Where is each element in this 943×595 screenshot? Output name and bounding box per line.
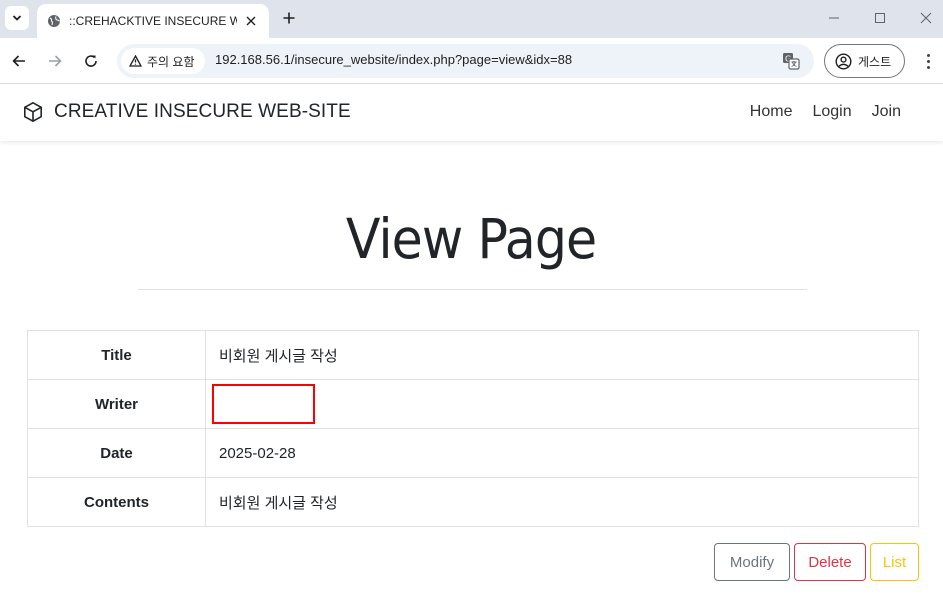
nav-links: Home Login Join xyxy=(750,103,901,121)
post-detail-table: Title 비회원 게시글 작성 Writer Date 2025-02-28 … xyxy=(27,330,919,527)
maximize-icon[interactable] xyxy=(865,6,895,30)
new-tab-plus-icon[interactable] xyxy=(278,7,300,29)
account-circle-icon xyxy=(835,52,852,70)
contents-label: Contents xyxy=(27,477,206,527)
profile-button[interactable]: 게스트 xyxy=(824,44,905,78)
security-chip-label: 주의 요함 xyxy=(147,54,195,69)
modify-button[interactable]: Modify xyxy=(714,543,790,581)
translate-icon[interactable]: G xyxy=(782,52,800,70)
date-value: 2025-02-28 xyxy=(205,428,919,478)
back-arrow-icon[interactable] xyxy=(7,49,31,73)
browser-tab-bar: ::CREHACKTIVE INSECURE WEB xyxy=(0,0,943,38)
writer-value-cell xyxy=(205,379,919,429)
security-chip[interactable]: 주의 요함 xyxy=(121,48,205,74)
nav-link-home[interactable]: Home xyxy=(750,103,793,121)
more-options-icon[interactable] xyxy=(918,50,938,72)
profile-label: 게스트 xyxy=(858,54,892,69)
tab-search-button[interactable] xyxy=(5,6,29,30)
writer-highlight-box xyxy=(212,384,315,424)
site-navbar: CREATIVE INSECURE WEB-SITE Home Login Jo… xyxy=(0,85,943,141)
brand-link[interactable]: CREATIVE INSECURE WEB-SITE xyxy=(22,101,351,123)
reload-icon[interactable] xyxy=(79,49,103,73)
title-label: Title xyxy=(27,330,206,380)
browser-tab[interactable]: ::CREHACKTIVE INSECURE WEB xyxy=(37,4,269,38)
title-value: 비회원 게시글 작성 xyxy=(205,330,919,380)
tab-close-icon[interactable] xyxy=(243,13,259,29)
url-text[interactable]: 192.168.56.1/insecure_website/index.php?… xyxy=(215,52,572,67)
page-title: View Page xyxy=(346,207,597,271)
list-button[interactable]: List xyxy=(870,543,919,581)
table-row: Writer xyxy=(27,379,919,429)
chevron-down-icon xyxy=(12,15,22,21)
address-bar[interactable]: 주의 요함 192.168.56.1/insecure_website/inde… xyxy=(117,44,814,78)
writer-label: Writer xyxy=(27,379,206,429)
brand-name: CREATIVE INSECURE WEB-SITE xyxy=(54,101,351,122)
cube-icon xyxy=(24,102,42,122)
post-actions: Modify Delete List xyxy=(714,543,919,581)
forward-arrow-icon[interactable] xyxy=(43,49,67,73)
table-row: Date 2025-02-28 xyxy=(27,428,919,478)
heading-divider xyxy=(138,289,807,290)
globe-icon xyxy=(48,15,61,27)
table-row: Title 비회원 게시글 작성 xyxy=(27,330,919,380)
window-close-icon[interactable] xyxy=(911,6,941,30)
date-label: Date xyxy=(27,428,206,478)
browser-toolbar: 주의 요함 192.168.56.1/insecure_website/inde… xyxy=(0,38,943,84)
tab-title: ::CREHACKTIVE INSECURE WEB xyxy=(69,14,237,28)
minimize-icon[interactable] xyxy=(819,6,849,30)
nav-link-join[interactable]: Join xyxy=(872,103,901,121)
delete-button[interactable]: Delete xyxy=(794,543,866,581)
warning-triangle-icon xyxy=(129,55,142,67)
contents-value: 비회원 게시글 작성 xyxy=(205,477,919,527)
table-row: Contents 비회원 게시글 작성 xyxy=(27,477,919,527)
nav-link-login[interactable]: Login xyxy=(812,103,851,121)
